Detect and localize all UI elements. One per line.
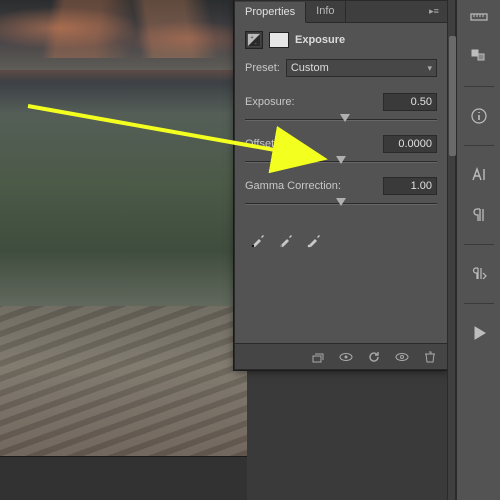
toggle-visibility-icon[interactable]	[337, 348, 355, 366]
eyedropper-gray-icon[interactable]	[277, 231, 295, 249]
offset-input[interactable]	[383, 135, 437, 153]
clip-to-layer-icon[interactable]	[309, 348, 327, 366]
view-previous-icon[interactable]	[393, 348, 411, 366]
play-icon[interactable]	[466, 320, 492, 346]
character-icon[interactable]	[466, 162, 492, 188]
paragraph-icon[interactable]	[466, 202, 492, 228]
gamma-label: Gamma Correction:	[245, 180, 341, 192]
panel-flyout-toggle[interactable]: ▸≡	[421, 1, 447, 22]
tab-info[interactable]: Info	[306, 1, 345, 22]
panel-tabs: Properties Info ▸≡	[235, 1, 447, 23]
exposure-input[interactable]	[383, 93, 437, 111]
offset-label: Offset:	[245, 138, 277, 150]
gamma-input[interactable]	[383, 177, 437, 195]
gamma-slider[interactable]	[245, 197, 437, 211]
paragraph-styles-icon[interactable]	[466, 261, 492, 287]
tab-properties[interactable]: Properties	[235, 2, 306, 23]
preset-select[interactable]: Custom	[286, 59, 437, 77]
right-dock	[456, 0, 500, 500]
scrollbar-thumb[interactable]	[449, 36, 456, 156]
canvas-preview	[0, 0, 247, 456]
vertical-scrollbar[interactable]	[447, 0, 456, 500]
layer-mask-thumbnail[interactable]	[269, 32, 289, 48]
adjustment-title: Exposure	[295, 34, 345, 46]
info-icon[interactable]	[466, 103, 492, 129]
ruler-icon[interactable]	[466, 4, 492, 30]
exposure-slider[interactable]	[245, 113, 437, 127]
exposure-adjustment-icon: +-	[245, 31, 263, 49]
eyedropper-black-icon[interactable]	[249, 231, 267, 249]
canvas-bottom-bar	[0, 456, 247, 500]
exposure-label: Exposure:	[245, 96, 295, 108]
svg-text:+: +	[251, 35, 254, 41]
properties-panel: Properties Info ▸≡ +- Exposure Preset: C…	[234, 0, 448, 370]
delete-icon[interactable]	[421, 348, 439, 366]
preset-label: Preset:	[245, 62, 280, 74]
swatches-icon[interactable]	[466, 44, 492, 70]
panel-footer	[235, 343, 447, 369]
svg-text:-: -	[255, 40, 257, 46]
offset-slider[interactable]	[245, 155, 437, 169]
exposure-slider-thumb[interactable]	[340, 114, 350, 122]
eyedropper-white-icon[interactable]	[305, 231, 323, 249]
offset-slider-thumb[interactable]	[336, 156, 346, 164]
panel-backdrop	[247, 370, 447, 500]
reset-icon[interactable]	[365, 348, 383, 366]
gamma-slider-thumb[interactable]	[336, 198, 346, 206]
